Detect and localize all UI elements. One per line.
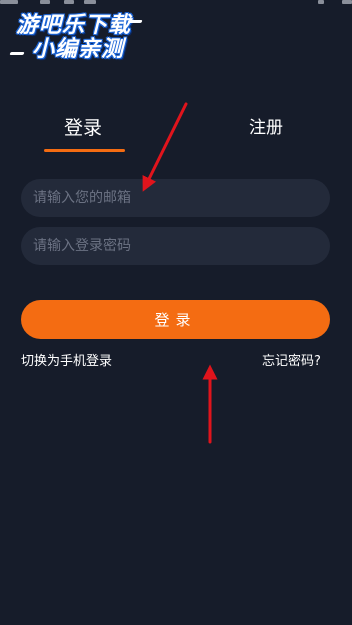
watermark-logo: 游吧乐下载 小编亲测	[9, 10, 150, 64]
status-bar-icon	[84, 0, 96, 4]
status-bar-icon	[318, 0, 324, 4]
email-input[interactable]	[33, 179, 330, 217]
tab-register[interactable]: 注册	[249, 114, 283, 142]
watermark-line-1: 游吧乐下载	[16, 13, 132, 38]
forgot-password-link[interactable]: 忘记密码?	[262, 352, 321, 372]
watermark-slash-decoration	[9, 52, 25, 55]
status-bar-icon	[342, 0, 352, 4]
status-bar-icon	[40, 0, 50, 4]
active-tab-indicator	[44, 149, 125, 152]
switch-to-phone-login-link[interactable]: 切换为手机登录	[21, 352, 112, 372]
email-field[interactable]	[21, 179, 330, 217]
status-bar-time	[0, 0, 18, 4]
watermark-slash-decoration	[127, 20, 143, 23]
login-button[interactable]: 登录	[21, 300, 330, 339]
red-arrow-icon	[142, 102, 188, 192]
tab-login[interactable]: 登录	[64, 114, 102, 142]
password-field[interactable]	[21, 227, 330, 265]
password-input[interactable]	[33, 227, 330, 265]
status-bar-icon	[64, 0, 74, 4]
status-bar	[0, 0, 352, 8]
watermark-line-2: 小编亲测	[32, 37, 125, 62]
